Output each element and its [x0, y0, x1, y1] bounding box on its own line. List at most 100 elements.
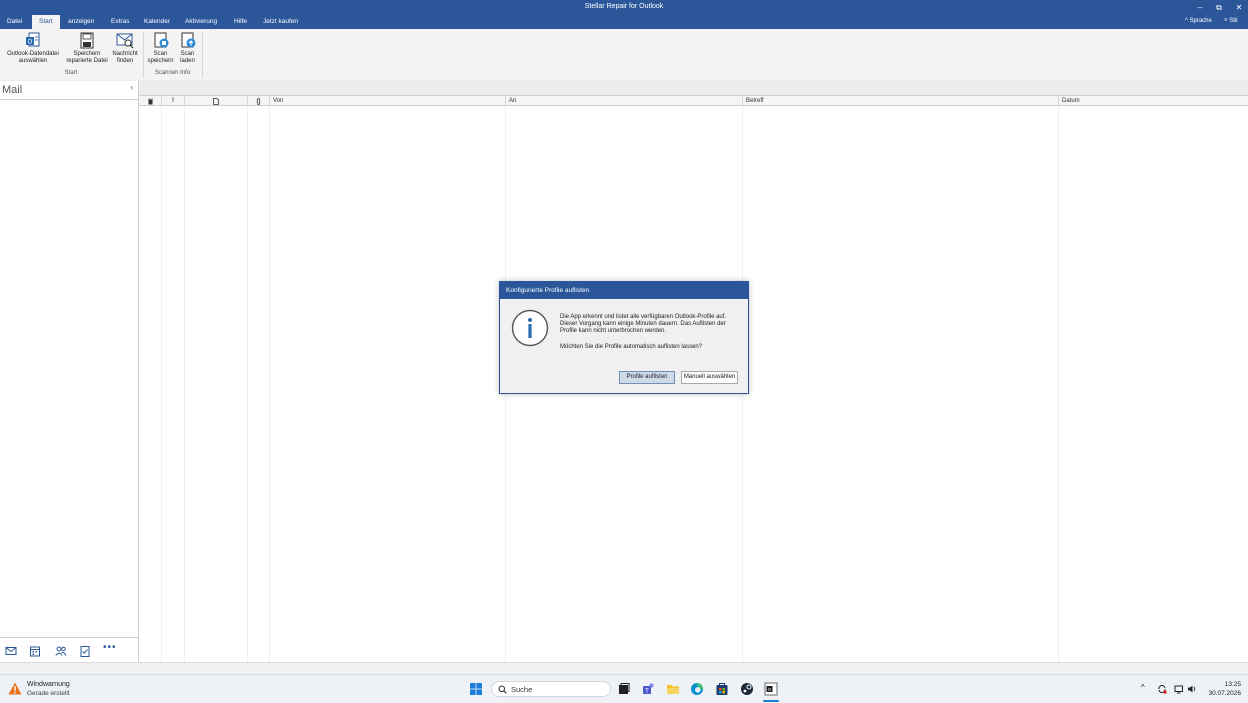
svg-text:T: T	[645, 689, 649, 695]
taskbar-search[interactable]: Suche	[491, 681, 611, 697]
column-attachment[interactable]	[248, 96, 270, 107]
button-label-line1: Scan	[180, 51, 195, 57]
weather-warning-icon[interactable]	[8, 682, 22, 695]
dialog-message-line: Die App erkennt und listet alle verfügba…	[560, 314, 727, 320]
sidebar-header: Mail ‹	[0, 81, 138, 100]
column-document[interactable]	[185, 96, 248, 107]
svg-text:o: o	[768, 687, 771, 693]
clock-time[interactable]: 13:25	[1205, 681, 1241, 688]
caret-up-icon: ^	[1185, 18, 1188, 24]
list-profiles-button[interactable]: Profile auflisten	[619, 371, 675, 384]
clock-date[interactable]: 30.07.2026	[1199, 690, 1241, 697]
column-divider	[161, 106, 162, 662]
column-datum[interactable]: Datum	[1059, 96, 1248, 107]
button-label-line2: finden	[116, 58, 134, 64]
column-von[interactable]: Von	[270, 96, 506, 107]
importance-icon: !	[172, 98, 174, 104]
tab-kalender[interactable]: Kalender	[137, 15, 177, 29]
title-bar: Stellar Repair for Outlook – ⧉ ✕	[0, 0, 1248, 15]
sidebar: Mail ‹ •••	[0, 81, 139, 663]
search-placeholder: Suche	[511, 685, 533, 694]
windows-start-icon[interactable]	[469, 682, 483, 696]
steam-icon[interactable]	[740, 682, 754, 696]
find-message-icon	[116, 33, 134, 49]
outlook-file-icon: O	[26, 32, 40, 47]
volume-icon[interactable]	[1187, 684, 1197, 694]
delete-icon	[147, 98, 153, 105]
list-profiles-dialog: Konfigurierte Profile auflisten Die App …	[499, 281, 749, 394]
load-scan-button[interactable]: Scan laden	[175, 32, 200, 65]
select-manually-button[interactable]: Manuell auswählen	[681, 371, 738, 384]
dialog-message: Die App erkennt und listet alle verfügba…	[560, 314, 740, 334]
sidebar-title: Mail	[2, 84, 23, 96]
ribbon-separator	[202, 32, 203, 78]
button-label-line2: auswählen	[18, 58, 48, 64]
task-view-icon[interactable]	[617, 682, 631, 696]
group-label-scannen-info: Scannen Info	[154, 70, 191, 76]
column-an[interactable]: An	[506, 96, 743, 107]
sync-icon[interactable]	[1157, 684, 1167, 694]
tab-anzeigen[interactable]: anzeigen	[61, 15, 101, 29]
info-icon	[511, 309, 549, 347]
scan-load-icon	[181, 32, 195, 48]
dialog-message-line: Profile kann nicht unterbrochen werden.	[560, 327, 667, 334]
dialog-question: Möchten Sie die Profile automatisch aufl…	[560, 344, 703, 350]
language-menu[interactable]: ^ Sprache	[1185, 18, 1212, 24]
select-outlook-file-button[interactable]: O Outlook-Datendatei auswählen	[3, 32, 63, 65]
caret-down-icon: ˅	[1224, 18, 1228, 24]
column-divider	[247, 106, 248, 662]
network-icon[interactable]	[1174, 684, 1184, 694]
teams-icon[interactable]: T	[642, 682, 656, 696]
edge-icon[interactable]	[690, 682, 704, 696]
button-label-line1: Speichern	[73, 51, 101, 57]
tab-datei[interactable]: Datei	[0, 15, 29, 29]
style-label: Stil	[1229, 18, 1238, 24]
window-title: Stellar Repair for Outlook	[584, 3, 664, 10]
button-label-line2: reparierte Datei	[66, 58, 108, 64]
column-divider	[1058, 106, 1059, 662]
dialog-title: Konfigurierte Profile auflisten	[500, 282, 748, 299]
ribbon: O Outlook-Datendatei auswählen Speichern…	[0, 29, 1248, 81]
tab-start[interactable]: Start	[32, 15, 60, 29]
save-scan-button[interactable]: Scan speichern	[146, 32, 175, 65]
file-explorer-icon[interactable]	[666, 682, 680, 696]
save-repaired-file-button[interactable]: Speichern reparierte Datei	[63, 32, 111, 65]
tab-hilfe[interactable]: Hilfe	[227, 15, 254, 29]
search-icon	[498, 685, 507, 694]
button-label-line2: laden	[180, 58, 195, 64]
column-divider	[269, 106, 270, 662]
column-betreff[interactable]: Betreff	[743, 96, 1059, 107]
tasks-icon[interactable]	[79, 645, 91, 657]
tab-jetzt-kaufen[interactable]: Jetzt kaufen	[256, 15, 305, 29]
button-label-line1: Scan	[153, 51, 168, 57]
save-icon	[80, 32, 94, 49]
taskbar: Windwarnung Gerade erstellt Suche T o ^	[0, 674, 1248, 703]
mail-icon[interactable]	[5, 645, 17, 657]
mail-list-header: ! Von An Betreff Datum	[139, 95, 1248, 107]
tab-extras[interactable]: Extras	[104, 15, 136, 29]
column-importance[interactable]: !	[162, 96, 185, 107]
find-message-button[interactable]: Nachricht finden	[110, 32, 140, 65]
restore-button[interactable]: ⧉	[1213, 2, 1225, 13]
weather-warning-title: Windwarnung	[27, 681, 70, 688]
store-icon[interactable]	[715, 682, 729, 696]
button-label-line1: Outlook-Datendatei	[7, 51, 59, 57]
svg-text:O: O	[28, 40, 33, 46]
calendar-icon[interactable]	[29, 645, 41, 657]
style-menu[interactable]: ˅ Stil	[1224, 18, 1238, 24]
collapse-sidebar-button[interactable]: ‹	[130, 83, 133, 92]
minimize-button[interactable]: –	[1194, 2, 1206, 13]
contacts-icon[interactable]	[55, 645, 67, 657]
stellar-app-icon[interactable]: o	[764, 682, 778, 696]
column-delete[interactable]	[139, 96, 162, 107]
close-button[interactable]: ✕	[1233, 2, 1245, 13]
menu-bar: Datei Start anzeigen Extras Kalender Akt…	[0, 15, 1248, 29]
more-icon[interactable]: •••	[103, 642, 117, 653]
language-label: Sprache	[1189, 18, 1212, 24]
tray-overflow-icon[interactable]: ^	[1141, 683, 1145, 692]
dialog-message-line: Dieser Vorgang kann einige Minuten dauer…	[560, 320, 726, 327]
tab-aktivierung[interactable]: Aktivierung	[178, 15, 224, 29]
scan-save-icon	[154, 32, 168, 48]
group-label-start: Start	[64, 70, 78, 76]
toolbar-strip	[0, 80, 1248, 95]
